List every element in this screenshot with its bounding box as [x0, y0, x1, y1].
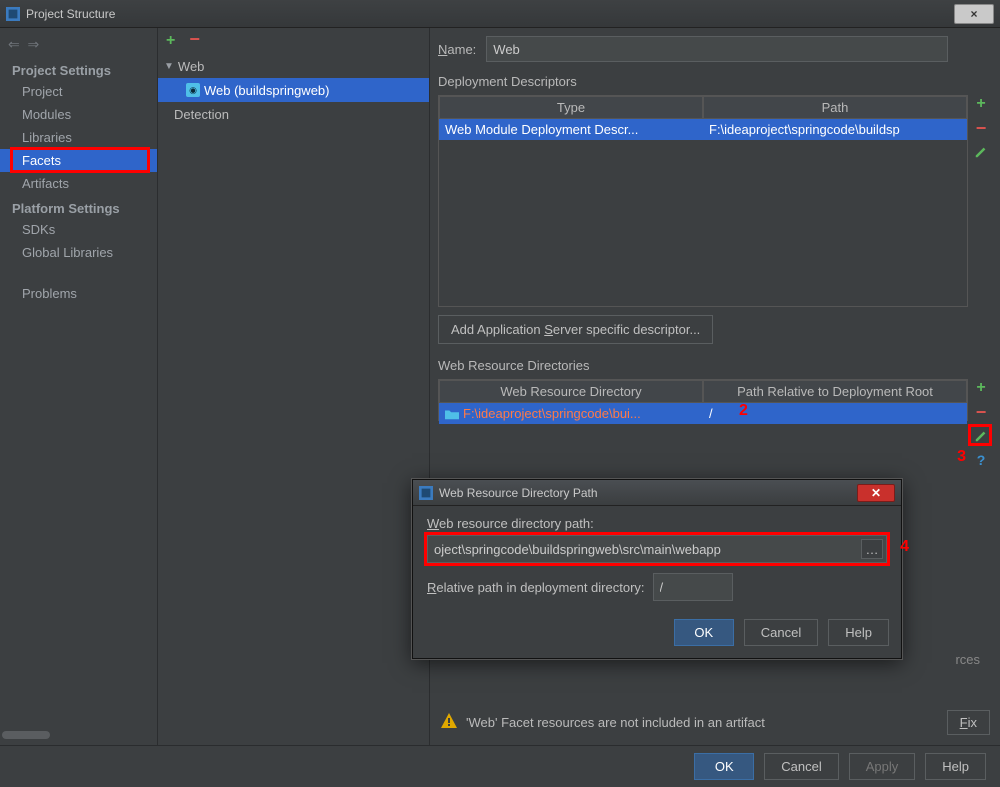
deployment-descriptors-label: Deployment Descriptors — [438, 74, 992, 89]
section-platform-settings: Platform Settings — [0, 195, 157, 218]
resource-remove-button[interactable]: − — [973, 404, 989, 420]
dialog-title-text: Web Resource Directory Path — [439, 486, 857, 500]
resource-dirs-table: Web Resource Directory Path Relative to … — [438, 379, 968, 421]
dialog-path-label: Web resource directory path: — [427, 516, 887, 531]
resource-dir-row[interactable]: F:\ideaproject\springcode\bui... / — [439, 403, 967, 424]
col-type: Type — [439, 96, 703, 119]
main-apply-button[interactable]: Apply — [849, 753, 916, 780]
deployment-descriptors-table: Type Path Web Module Deployment Descr...… — [438, 95, 968, 307]
dialog-help-button[interactable]: Help — [828, 619, 889, 646]
dialog-ok-button[interactable]: OK — [674, 619, 734, 646]
resource-help-button[interactable]: ? — [973, 452, 989, 468]
dialog-bottom-bar: OK Cancel Apply Help — [0, 745, 1000, 787]
warning-row: 'Web' Facet resources are not included i… — [438, 704, 992, 741]
tree-root-label: Web — [178, 59, 205, 74]
nav-item-modules[interactable]: Modules — [0, 103, 157, 126]
nav-item-sdks[interactable]: SDKs — [0, 218, 157, 241]
tree-item-web-facet[interactable]: ◉ Web (buildspringweb) — [158, 78, 429, 102]
tree-item-detection[interactable]: Detection — [158, 102, 429, 126]
resourcedirs-header: Web Resource Directory Path Relative to … — [439, 380, 967, 403]
fix-button[interactable]: Fix — [947, 710, 990, 735]
left-nav-panel: ⇐ ⇒ Project Settings Project Modules Lib… — [0, 28, 158, 745]
warning-text: 'Web' Facet resources are not included i… — [466, 715, 765, 730]
col-relative-path: Path Relative to Deployment Root — [703, 380, 967, 403]
descriptor-side-actions: + − — [973, 96, 989, 160]
resource-side-actions: + − ? — [973, 380, 989, 468]
window-title: Project Structure — [26, 7, 954, 21]
web-resource-directory-dialog: Web Resource Directory Path ✕ Web resour… — [412, 479, 902, 659]
facet-tree-panel: + − ▼ Web ◉ Web (buildspringweb) Detecti… — [158, 28, 430, 745]
nav-item-global-libraries[interactable]: Global Libraries — [0, 241, 157, 264]
nav-item-facets[interactable]: Facets — [0, 149, 157, 172]
app-icon — [6, 7, 20, 21]
window-titlebar: Project Structure × — [0, 0, 1000, 28]
resource-edit-button[interactable] — [973, 428, 989, 444]
browse-path-button[interactable]: … — [861, 539, 883, 559]
descriptor-path-cell: F:\ideaproject\springcode\buildsp — [703, 119, 967, 140]
source-roots-trailing: rces — [955, 652, 980, 667]
dialog-relative-input[interactable] — [653, 573, 733, 601]
nav-history-arrows[interactable]: ⇐ ⇒ — [0, 32, 157, 57]
annotation-3: 3 — [957, 448, 966, 466]
resource-add-button[interactable]: + — [973, 380, 989, 396]
nav-item-libraries[interactable]: Libraries — [0, 126, 157, 149]
pencil-icon — [974, 429, 988, 443]
descriptor-row[interactable]: Web Module Deployment Descr... F:\ideapr… — [439, 119, 967, 140]
name-label: Name: — [438, 42, 476, 57]
facet-name-input[interactable] — [486, 36, 948, 62]
descriptor-add-button[interactable]: + — [973, 96, 989, 112]
left-panel-scrollbar[interactable] — [2, 731, 50, 739]
add-server-descriptor-button[interactable]: Add Application Server specific descript… — [438, 315, 713, 344]
nav-item-artifacts[interactable]: Artifacts — [0, 172, 157, 195]
folder-icon — [445, 408, 459, 420]
main-help-button[interactable]: Help — [925, 753, 986, 780]
dialog-titlebar[interactable]: Web Resource Directory Path ✕ — [413, 480, 901, 506]
tree-add-button[interactable]: + — [166, 32, 175, 50]
window-close-button[interactable]: × — [954, 4, 994, 24]
dialog-icon — [419, 486, 433, 500]
nav-item-project[interactable]: Project — [0, 80, 157, 103]
col-resource-dir: Web Resource Directory — [439, 380, 703, 403]
descriptor-type-cell: Web Module Deployment Descr... — [439, 119, 703, 140]
expand-arrow-icon[interactable]: ▼ — [164, 61, 174, 72]
dialog-path-input[interactable] — [427, 535, 887, 563]
col-path: Path — [703, 96, 967, 119]
dialog-close-button[interactable]: ✕ — [857, 484, 895, 502]
tree-detection-label: Detection — [174, 107, 229, 122]
dialog-relative-label: Relative path in deployment directory: — [427, 580, 645, 595]
resource-rel-cell: / — [703, 403, 967, 424]
descriptor-remove-button[interactable]: − — [973, 120, 989, 136]
web-resource-dirs-label: Web Resource Directories — [438, 358, 992, 373]
main-cancel-button[interactable]: Cancel — [764, 753, 838, 780]
tree-root-web[interactable]: ▼ Web — [158, 54, 429, 78]
nav-item-problems[interactable]: Problems — [0, 282, 157, 305]
tree-remove-button[interactable]: − — [189, 32, 200, 50]
resource-dir-cell: F:\ideaproject\springcode\bui... — [439, 403, 703, 424]
dialog-cancel-button[interactable]: Cancel — [744, 619, 818, 646]
descriptor-edit-button[interactable] — [973, 144, 989, 160]
section-project-settings: Project Settings — [0, 57, 157, 80]
tree-item-label: Web (buildspringweb) — [204, 83, 330, 98]
web-facet-icon: ◉ — [186, 83, 200, 97]
main-ok-button[interactable]: OK — [694, 753, 754, 780]
pencil-icon — [974, 145, 988, 159]
descriptors-header: Type Path — [439, 96, 967, 119]
warning-icon — [440, 712, 458, 733]
